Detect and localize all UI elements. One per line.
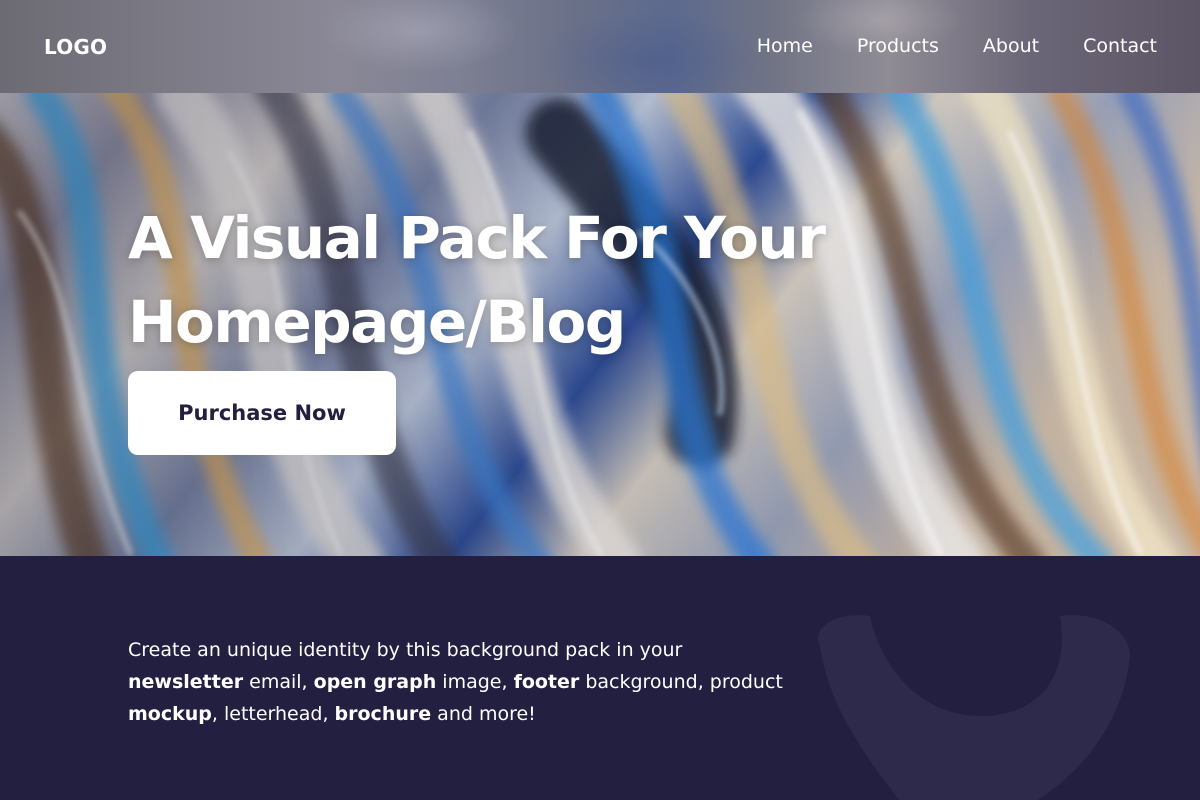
description-segment: image, bbox=[436, 671, 514, 693]
keyword-open-graph: open graph bbox=[313, 671, 437, 693]
hero-title: A Visual Pack For Your Homepage/Blog bbox=[128, 196, 828, 364]
hero-title-line-2: Homepage/Blog bbox=[128, 288, 626, 356]
site-header: LOGO Home Products About Contact bbox=[0, 0, 1200, 93]
description-segment: email, bbox=[243, 671, 314, 693]
hero-section: A Visual Pack For Your Homepage/Blog Pur… bbox=[0, 93, 1200, 556]
hero-title-line-1: A Visual Pack For Your bbox=[128, 204, 826, 272]
purchase-now-button[interactable]: Purchase Now bbox=[128, 371, 396, 455]
keyword-mockup: mockup bbox=[128, 703, 212, 725]
nav-contact[interactable]: Contact bbox=[1083, 35, 1157, 57]
description-section: Create an unique identity by this backgr… bbox=[0, 556, 1200, 800]
nav-about[interactable]: About bbox=[983, 35, 1039, 57]
description-segment: background, product bbox=[579, 671, 783, 693]
logo[interactable]: LOGO bbox=[44, 35, 107, 59]
main-nav: Home Products About Contact bbox=[757, 35, 1157, 57]
keyword-newsletter: newsletter bbox=[128, 671, 244, 693]
brand-watermark-icon bbox=[818, 615, 1130, 800]
description-text: Create an unique identity by this backgr… bbox=[128, 634, 788, 730]
description-segment: , letterhead, bbox=[211, 703, 335, 725]
description-segment: Create an unique identity by this backgr… bbox=[128, 639, 683, 661]
nav-home[interactable]: Home bbox=[757, 35, 813, 57]
nav-products[interactable]: Products bbox=[857, 35, 939, 57]
keyword-footer: footer bbox=[513, 671, 580, 693]
keyword-brochure: brochure bbox=[334, 703, 432, 725]
description-segment: and more! bbox=[431, 703, 536, 725]
